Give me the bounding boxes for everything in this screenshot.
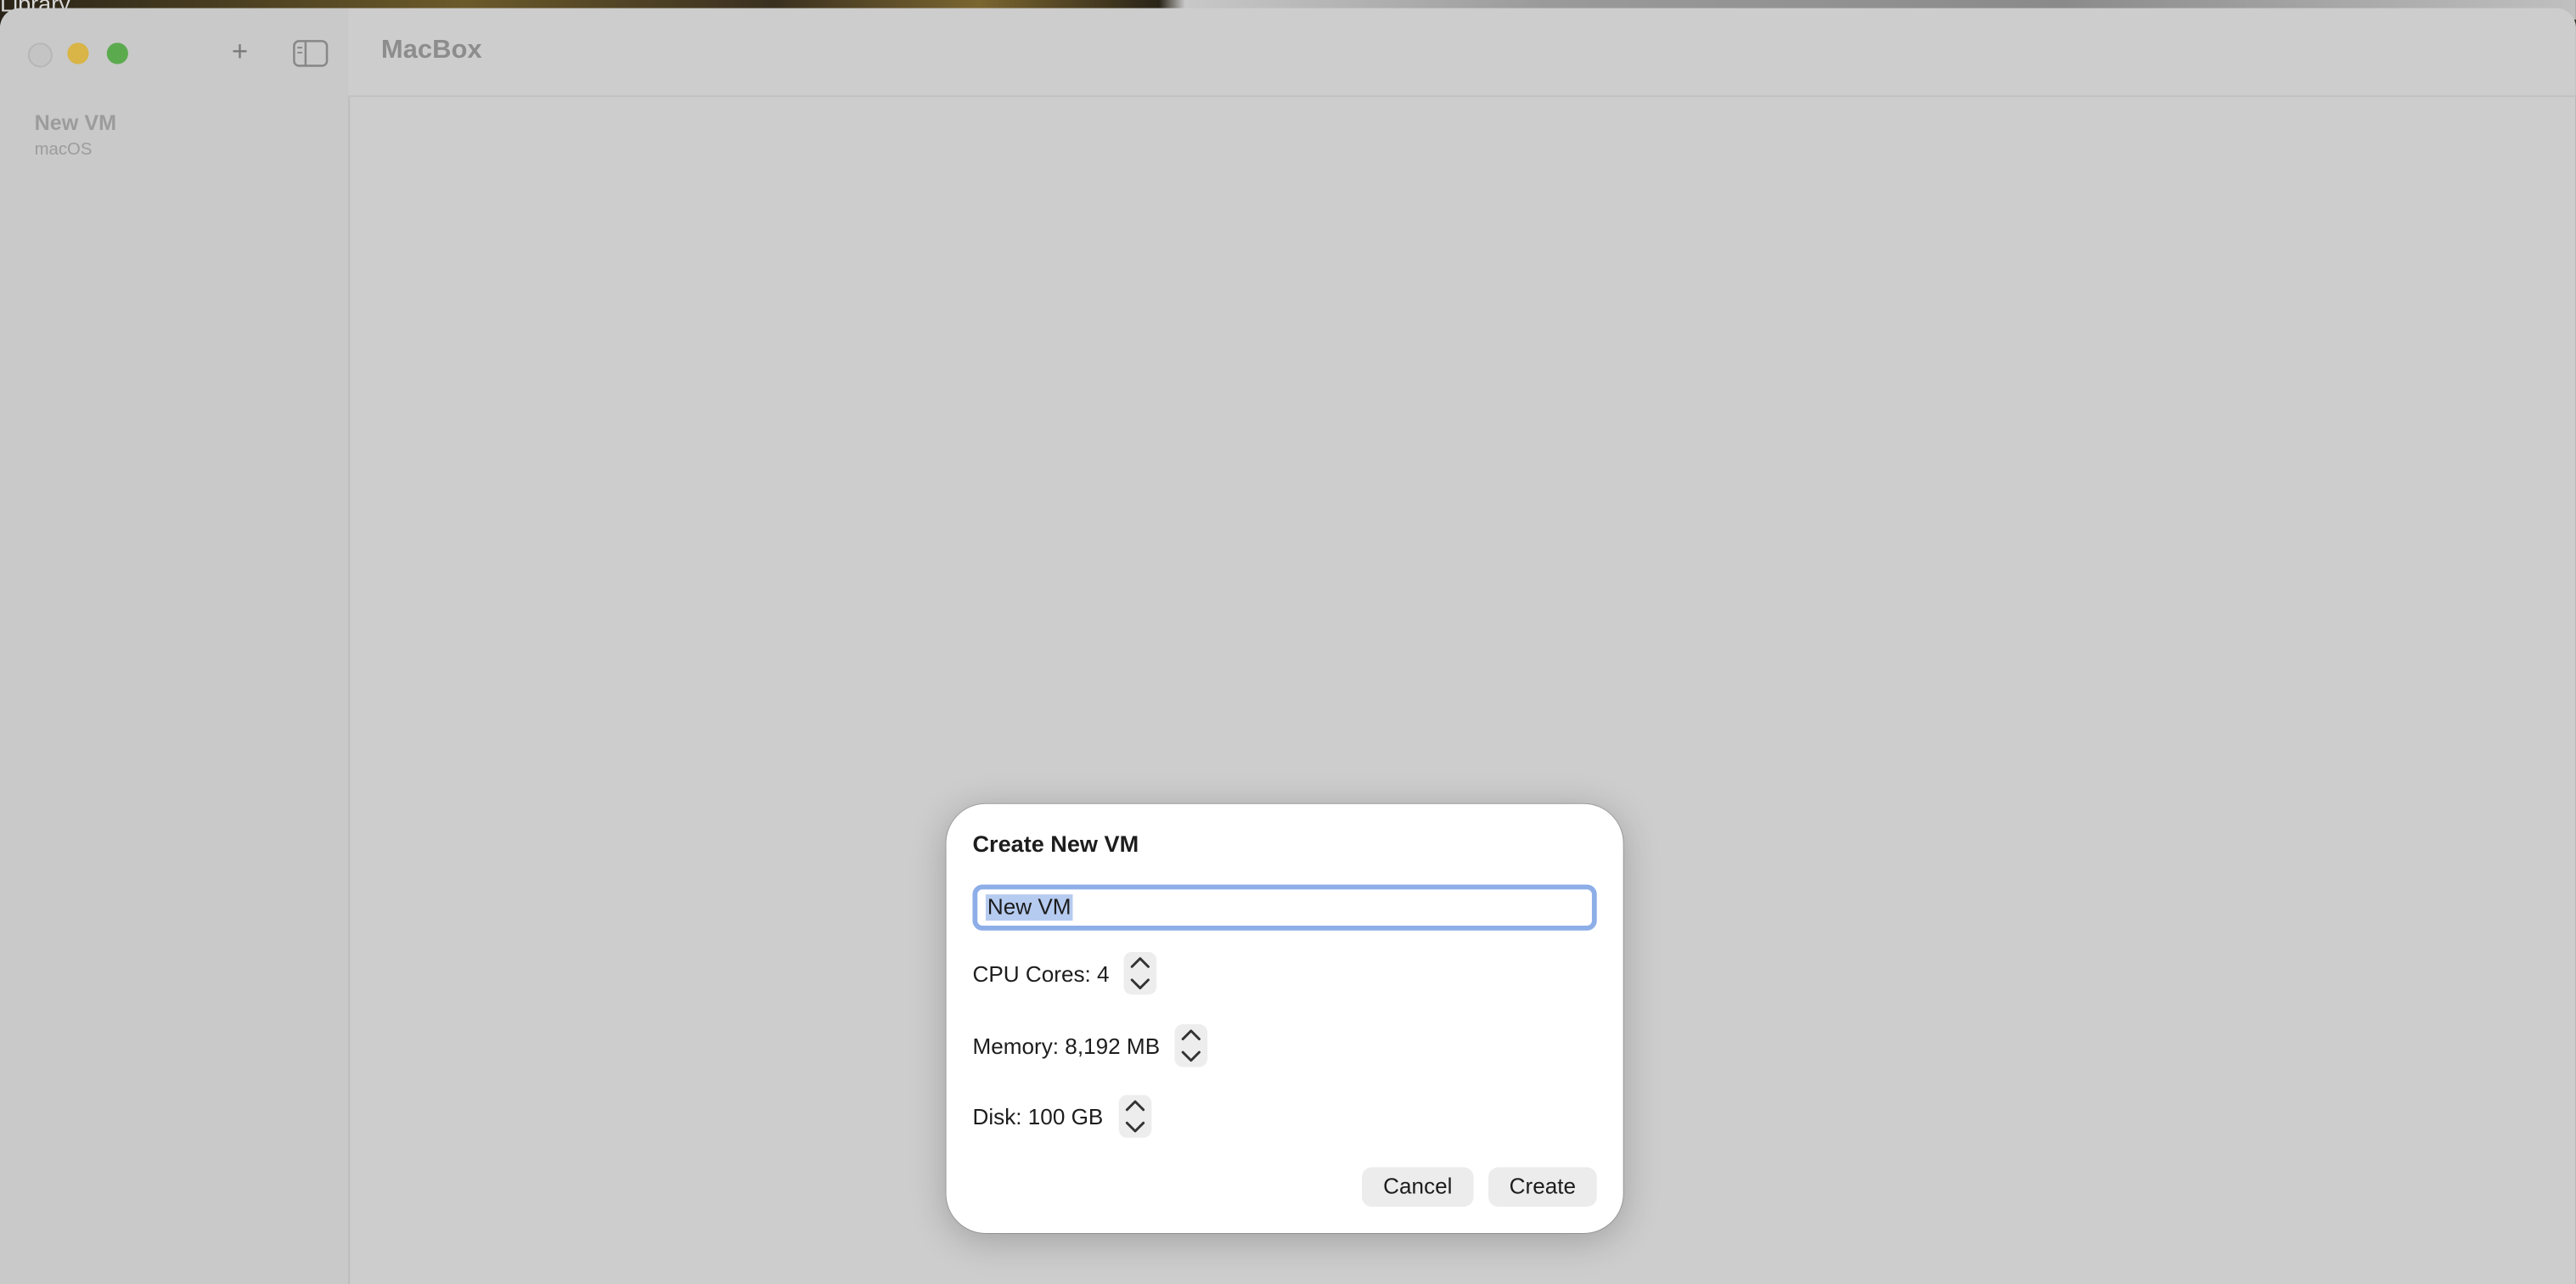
disk-stepper[interactable] [1117, 1095, 1151, 1138]
cancel-button[interactable]: Cancel [1362, 1167, 1474, 1208]
sidebar-item-vm[interactable]: New VM macOS [35, 109, 116, 161]
stepper-arrows-icon [1124, 1100, 1145, 1133]
memory-row: Memory: 8,192 MB [972, 1024, 1208, 1067]
create-button[interactable]: Create [1488, 1167, 1597, 1208]
vm-name-label: New VM [34, 110, 117, 135]
stepper-arrows-icon [1181, 1029, 1201, 1062]
sidebar: + New VM macOS [0, 8, 351, 1284]
disk-label: Disk: 100 GB [972, 1104, 1104, 1129]
cpu-label: CPU Cores: 4 [972, 960, 1110, 986]
screen: Library + New VM macOS MacBox [0, 0, 2576, 1284]
vm-name-value: New VM [985, 894, 1073, 921]
create-vm-dialog: Create New VM New VM CPU Cores: 4 Memory… [946, 803, 1623, 1233]
memory-stepper[interactable] [1174, 1024, 1208, 1067]
cpu-row: CPU Cores: 4 [972, 951, 1157, 995]
memory-label: Memory: 8,192 MB [972, 1033, 1161, 1058]
minimize-button[interactable] [67, 42, 89, 65]
disk-row: Disk: 100 GB [972, 1095, 1151, 1138]
vm-os-label: macOS [34, 139, 93, 160]
app-title: MacBox [380, 36, 482, 65]
cpu-stepper[interactable] [1124, 951, 1157, 995]
add-vm-button[interactable]: + [223, 35, 256, 71]
zoom-button[interactable] [106, 42, 128, 65]
sidebar-toggle-icon[interactable] [292, 39, 329, 67]
close-button[interactable] [27, 42, 53, 68]
dialog-title: Create New VM [972, 830, 1139, 857]
stepper-arrows-icon [1131, 957, 1150, 989]
titlebar [348, 8, 2576, 98]
vm-name-field[interactable]: New VM [972, 884, 1597, 931]
